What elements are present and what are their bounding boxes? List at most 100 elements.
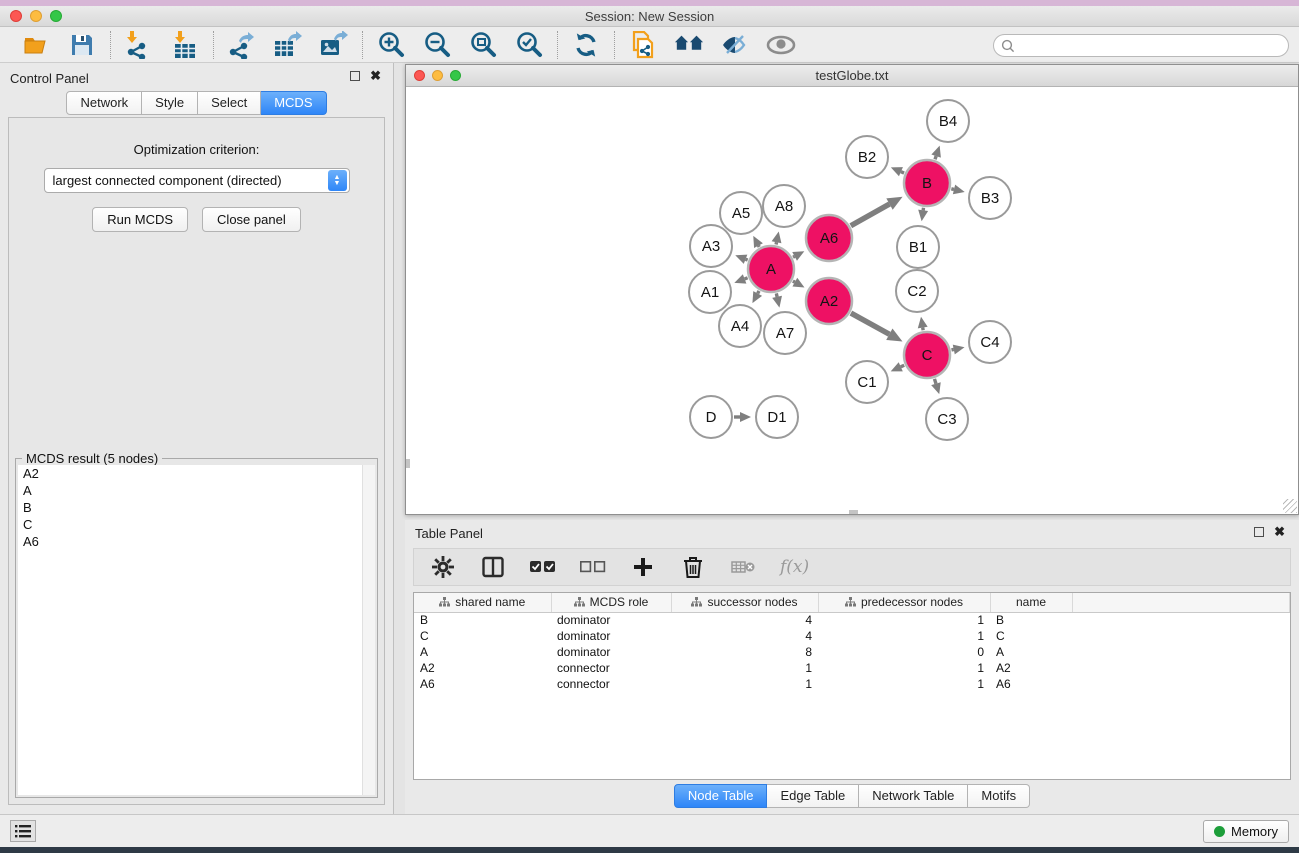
criterion-dropdown[interactable]: largest connected component (directed) ▲… [44, 168, 350, 193]
search-input[interactable] [1019, 38, 1269, 53]
table-row[interactable]: Cdominator41C [414, 628, 1290, 644]
float-table-panel-icon[interactable] [1254, 527, 1264, 537]
export-table-icon[interactable] [273, 30, 303, 60]
table-row[interactable]: Bdominator41B [414, 612, 1290, 628]
table-cell[interactable]: A2 [414, 660, 551, 676]
graph-node[interactable]: C1 [846, 361, 888, 403]
tab-network-table[interactable]: Network Table [859, 784, 968, 808]
deselect-checkboxes-icon[interactable] [580, 554, 606, 580]
graph-edge[interactable] [931, 379, 941, 394]
window-resize-grip[interactable] [1283, 499, 1297, 513]
tab-mcds[interactable]: MCDS [261, 91, 326, 115]
table-cell[interactable]: B [990, 612, 1072, 628]
import-table-icon[interactable] [170, 30, 200, 60]
graph-node[interactable]: A8 [763, 185, 805, 227]
column-header-predecessor-nodes[interactable]: predecessor nodes [818, 593, 990, 612]
graph-edge[interactable] [918, 208, 928, 221]
close-panel-icon[interactable]: ✖ [370, 71, 381, 81]
table-cell[interactable]: dominator [551, 628, 671, 644]
table-cell[interactable]: C [990, 628, 1072, 644]
table-cell[interactable]: A2 [990, 660, 1072, 676]
graph-node[interactable]: B [904, 160, 950, 206]
zoom-in-icon[interactable] [376, 30, 406, 60]
graph-edge[interactable] [772, 231, 782, 244]
settings-gear-icon[interactable] [430, 554, 456, 580]
table-cell[interactable]: dominator [551, 612, 671, 628]
canvas-left-handle[interactable] [406, 459, 410, 468]
graph-edge[interactable] [851, 313, 903, 341]
table-cell[interactable]: A [990, 644, 1072, 660]
mcds-result-scrollbar[interactable] [362, 465, 375, 795]
run-mcds-button[interactable]: Run MCDS [92, 207, 188, 232]
table-cell[interactable]: 1 [818, 660, 990, 676]
task-history-button[interactable] [10, 820, 36, 842]
open-session-icon[interactable] [21, 30, 51, 60]
close-table-panel-icon[interactable]: ✖ [1274, 527, 1285, 537]
table-cell[interactable]: A6 [414, 676, 551, 692]
mcds-result-item[interactable]: A [18, 482, 375, 499]
table-cell[interactable]: 1 [818, 628, 990, 644]
table-cell[interactable]: A6 [990, 676, 1072, 692]
delete-column-icon[interactable] [680, 554, 706, 580]
function-builder-icon[interactable]: f(x) [780, 557, 809, 577]
graph-node[interactable]: C4 [969, 321, 1011, 363]
tab-node-table[interactable]: Node Table [674, 784, 768, 808]
graph-node[interactable]: D [690, 396, 732, 438]
graph-node[interactable]: A2 [806, 278, 852, 324]
graph-node[interactable]: A [748, 246, 794, 292]
select-all-checkboxes-icon[interactable] [530, 554, 556, 580]
column-header-name[interactable]: name [990, 593, 1072, 612]
zoom-out-icon[interactable] [422, 30, 452, 60]
graph-edge[interactable] [792, 251, 804, 261]
export-image-icon[interactable] [319, 30, 349, 60]
graph-edge[interactable] [851, 197, 903, 226]
graph-edge[interactable] [752, 291, 762, 303]
graph-edge[interactable] [772, 293, 782, 307]
table-cell[interactable]: C [414, 628, 551, 644]
table-cell[interactable]: connector [551, 676, 671, 692]
zoom-fit-icon[interactable] [468, 30, 498, 60]
tab-edge-table[interactable]: Edge Table [767, 784, 859, 808]
float-panel-icon[interactable] [350, 71, 360, 81]
add-column-icon[interactable] [630, 554, 656, 580]
tab-motifs[interactable]: Motifs [968, 784, 1030, 808]
mcds-result-item[interactable]: A6 [18, 533, 375, 550]
tab-network[interactable]: Network [66, 91, 142, 115]
graph-edge[interactable] [734, 274, 747, 283]
graph-node[interactable]: A7 [764, 312, 806, 354]
table-cell[interactable]: 1 [818, 612, 990, 628]
graph-edge[interactable] [734, 412, 751, 422]
graph-edge[interactable] [792, 278, 804, 288]
graph-node[interactable]: C [904, 332, 950, 378]
graph-edge[interactable] [918, 317, 928, 331]
network-graph[interactable]: B4B2BB3A5A8A6A3B1AA1C2A2A4A7C4CC1DD1C3 [406, 87, 1298, 514]
column-header-successor-nodes[interactable]: successor nodes [671, 593, 818, 612]
tab-style[interactable]: Style [142, 91, 198, 115]
mcds-result-list[interactable]: A2ABCA6 [18, 465, 375, 795]
hide-annotations-icon[interactable] [720, 30, 750, 60]
mcds-result-item[interactable]: A2 [18, 465, 375, 482]
graph-edge[interactable] [891, 167, 904, 176]
mcds-result-item[interactable]: C [18, 516, 375, 533]
table-cell[interactable]: 8 [671, 644, 818, 660]
table-cell[interactable]: B [414, 612, 551, 628]
home-view-icon[interactable] [674, 30, 704, 60]
copy-network-icon[interactable] [628, 30, 658, 60]
table-row[interactable]: A6connector11A6 [414, 676, 1290, 692]
graph-node[interactable]: B1 [897, 226, 939, 268]
table-cell[interactable]: A [414, 644, 551, 660]
export-network-icon[interactable] [227, 30, 257, 60]
table-cell[interactable]: dominator [551, 644, 671, 660]
zoom-selected-icon[interactable] [514, 30, 544, 60]
canvas-bottom-handle[interactable] [849, 510, 858, 514]
mcds-result-item[interactable]: B [18, 499, 375, 516]
graph-node[interactable]: A1 [689, 271, 731, 313]
graph-node[interactable]: B3 [969, 177, 1011, 219]
refresh-layout-icon[interactable] [571, 30, 601, 60]
graph-node[interactable]: A6 [806, 215, 852, 261]
network-window-titlebar[interactable]: testGlobe.txt [406, 65, 1298, 87]
graph-edge[interactable] [931, 146, 940, 160]
graph-edge[interactable] [753, 236, 763, 248]
graph-node[interactable]: B2 [846, 136, 888, 178]
table-cell[interactable]: 4 [671, 612, 818, 628]
